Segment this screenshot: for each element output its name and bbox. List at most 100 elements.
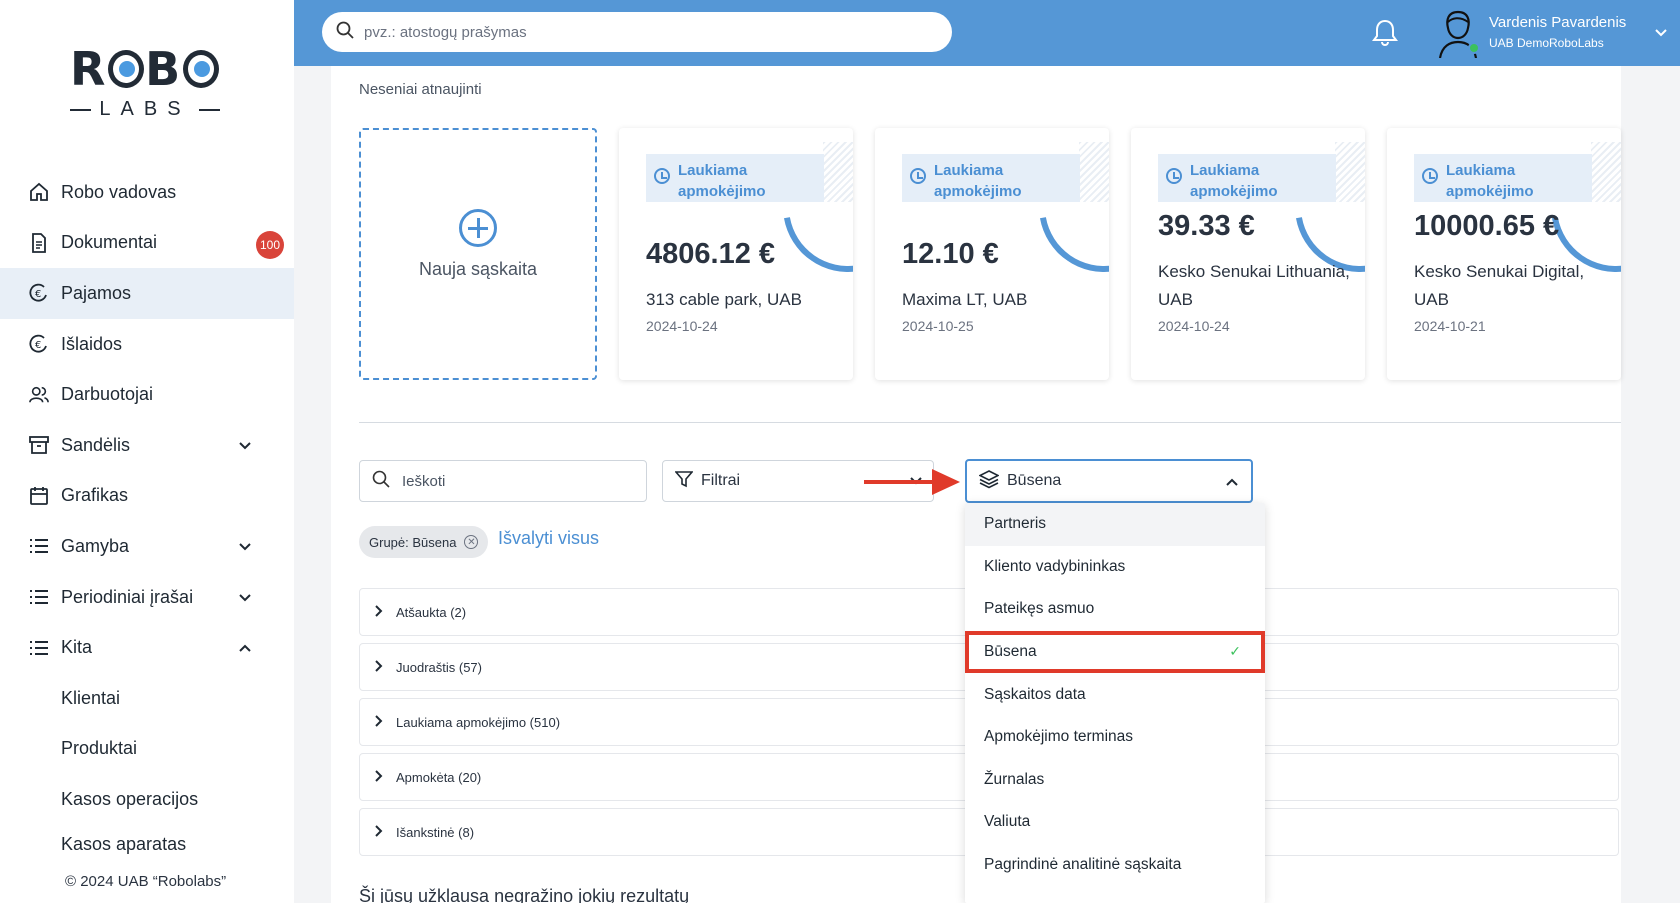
svg-text:€: €: [35, 340, 41, 351]
menu-item-pagrindine-analitine-saskaita[interactable]: Pagrindinė analitinė sąskaita: [965, 844, 1265, 887]
menu-item-kliento-vadybininkas[interactable]: Kliento vadybininkas: [965, 546, 1265, 589]
recently-updated-title: Neseniai atnaujinti: [359, 81, 482, 98]
group-row-label: Išankstinė (8): [396, 824, 475, 840]
document-icon: [29, 232, 49, 253]
avatar[interactable]: [1436, 8, 1480, 59]
invoice-partner: 313 cable park, UAB: [646, 290, 802, 309]
user-name[interactable]: Vardenis Pavardenis: [1489, 14, 1626, 31]
menu-item-busena[interactable]: Būsena ✓: [965, 630, 1265, 674]
invoice-partner: Kesko Senukai Lithuania, UAB: [1158, 262, 1350, 309]
clock-icon: [654, 168, 670, 184]
invoice-card[interactable]: Laukiama apmokėjimo 12.10 € Maxima LT, U…: [875, 128, 1109, 380]
online-status-dot: [1468, 42, 1480, 54]
menu-item-apmokejimo-terminas[interactable]: Apmokėjimo terminas: [965, 716, 1265, 759]
group-row-label: Apmokėta (20): [396, 769, 482, 785]
chevron-right-icon: [374, 659, 384, 675]
chevron-down-icon[interactable]: [238, 538, 252, 559]
chevron-down-icon[interactable]: [238, 437, 252, 458]
home-icon: [29, 182, 49, 202]
user-company: UAB DemoRoboLabs: [1489, 36, 1604, 50]
sidebar-item-sandelis[interactable]: Sandėlis: [0, 420, 294, 471]
menu-item-saskaitos-data[interactable]: Sąskaitos data: [965, 673, 1265, 716]
check-icon: ✓: [1229, 642, 1241, 659]
invoice-partner: Kesko Senukai Digital, UAB: [1414, 262, 1585, 309]
sidebar-item-kasos-operacijos[interactable]: Kasos operacijos: [0, 774, 294, 825]
sidebar-item-islaidos[interactable]: € Išlaidos: [0, 319, 294, 370]
sidebar-item-label: Produktai: [61, 738, 138, 759]
status-text: Laukiama apmokėjimo: [1446, 162, 1534, 200]
logo-wordmark: RB: [70, 42, 220, 96]
archive-icon: [29, 435, 49, 455]
sidebar-item-produktai[interactable]: Produktai: [0, 724, 294, 775]
list-icon: [29, 536, 49, 556]
chevron-right-icon: [374, 714, 384, 730]
invoice-card[interactable]: Laukiama apmokėjimo 10000.65 € Kesko Sen…: [1387, 128, 1621, 380]
invoice-date: 2024-10-24: [1158, 318, 1230, 334]
status-text: Laukiama apmokėjimo: [934, 162, 1022, 200]
filter-icon: [674, 470, 694, 493]
filters-label: Filtrai: [701, 472, 741, 489]
menu-item-pateikes-asmuo[interactable]: Pateikęs asmuo: [965, 588, 1265, 631]
sidebar-item-kita[interactable]: Kita: [0, 622, 294, 673]
chevron-up-icon[interactable]: [238, 639, 252, 660]
bell-icon[interactable]: [1372, 18, 1398, 51]
sidebar-item-klientai[interactable]: Klientai: [0, 673, 294, 724]
sidebar-item-gamyba[interactable]: Gamyba: [0, 521, 294, 572]
active-group-chip: Grupė: Būsena ✕: [359, 526, 489, 558]
menu-item-zurnalas[interactable]: Žurnalas: [965, 759, 1265, 802]
invoice-date: 2024-10-25: [902, 318, 974, 334]
menu-item-valiuta[interactable]: Valiuta: [965, 801, 1265, 844]
global-search[interactable]: [322, 12, 952, 52]
divider: [359, 422, 1621, 423]
group-row-label: Atšaukta (2): [396, 604, 467, 620]
sidebar-item-label: Dokumentai: [61, 232, 158, 253]
search-icon: [336, 21, 354, 44]
sidebar-item-label: Robo vadovas: [61, 181, 177, 202]
new-invoice-card[interactable]: Nauja sąskaita: [359, 128, 597, 380]
users-icon: [29, 385, 49, 405]
invoice-date: 2024-10-24: [646, 318, 718, 334]
sidebar-item-label: Kita: [61, 637, 93, 658]
invoice-amount: 12.10 €: [902, 238, 999, 270]
sidebar-nav: Robo vadovas Dokumentai 100 € Pajamos € …: [0, 167, 294, 855]
sidebar-item-periodiniai-irasai[interactable]: Periodiniai įrašai: [0, 572, 294, 623]
clear-all-link[interactable]: Išvalyti visus: [498, 528, 599, 549]
sidebar: RB LABS Robo vadovas Dokumentai 100 € Pa…: [0, 0, 294, 903]
invoice-card[interactable]: Laukiama apmokėjimo 4806.12 € 313 cable …: [619, 128, 853, 380]
sidebar-item-label: Periodiniai įrašai: [61, 586, 194, 607]
menu-item-label: Būsena: [984, 643, 1037, 661]
invoice-card[interactable]: Laukiama apmokėjimo 39.33 € Kesko Senuka…: [1131, 128, 1365, 380]
sidebar-item-label: Išlaidos: [61, 333, 123, 354]
sidebar-item-robo-vadovas[interactable]: Robo vadovas: [0, 167, 294, 218]
list-search[interactable]: [359, 460, 647, 502]
menu-item-partneris[interactable]: Partneris: [965, 503, 1265, 546]
robolabs-logo[interactable]: RB LABS: [70, 42, 220, 122]
chevron-down-icon[interactable]: [238, 589, 252, 610]
calendar-icon: [29, 486, 49, 506]
sidebar-item-label: Sandėlis: [61, 434, 131, 455]
clock-icon: [1166, 168, 1182, 184]
sidebar-item-label: Darbuotojai: [61, 384, 154, 405]
search-icon: [372, 470, 390, 493]
close-icon[interactable]: ✕: [464, 535, 479, 549]
sidebar-item-kasos-aparatas[interactable]: Kasos aparatas: [0, 825, 294, 855]
sidebar-item-label: Grafikas: [61, 485, 129, 506]
sidebar-item-dokumentai[interactable]: Dokumentai 100: [0, 218, 294, 269]
top-header: Vardenis Pavardenis UAB DemoRoboLabs: [294, 0, 1680, 66]
group-by-dropdown[interactable]: Būsena: [965, 459, 1253, 503]
status-badge: Laukiama apmokėjimo: [1158, 154, 1336, 202]
sidebar-item-grafikas[interactable]: Grafikas: [0, 471, 294, 522]
sidebar-item-label: Klientai: [61, 687, 121, 708]
invoice-partner: Maxima LT, UAB: [902, 290, 1028, 309]
status-badge: Laukiama apmokėjimo: [902, 154, 1080, 202]
group-by-menu: Partneris Kliento vadybininkas Pateikęs …: [965, 503, 1265, 903]
global-search-input[interactable]: [364, 23, 924, 41]
sidebar-item-pajamos[interactable]: € Pajamos: [0, 268, 294, 319]
sidebar-item-label: Kasos aparatas: [61, 833, 187, 854]
chevron-down-icon[interactable]: [1654, 26, 1668, 45]
euro-coin-icon: €: [29, 283, 49, 303]
list-search-input[interactable]: [402, 472, 632, 490]
status-badge: Laukiama apmokėjimo: [646, 154, 824, 202]
list-icon: [29, 587, 49, 607]
sidebar-item-darbuotojai[interactable]: Darbuotojai: [0, 369, 294, 420]
